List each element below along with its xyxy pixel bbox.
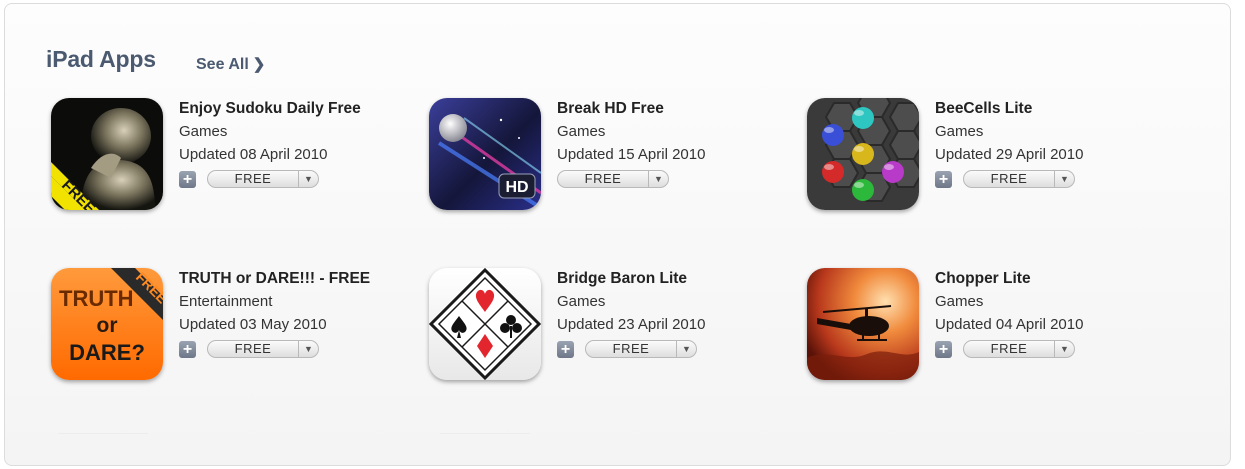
free-button[interactable]: FREE: [963, 340, 1055, 358]
app-category[interactable]: Games: [935, 293, 983, 310]
app-updated-date: Updated 04 April 2010: [935, 316, 1084, 333]
plus-icon[interactable]: +: [935, 171, 952, 188]
plus-icon[interactable]: +: [935, 341, 952, 358]
app-name[interactable]: Break HD Free: [557, 100, 664, 118]
chevron-down-icon[interactable]: ▼: [1054, 170, 1075, 188]
app-icon-sudoku[interactable]: FREE: [51, 98, 163, 210]
app-name[interactable]: TRUTH or DARE!!! - FREE: [179, 270, 370, 288]
app-updated-date: Updated 29 April 2010: [935, 146, 1084, 163]
divider: [440, 433, 530, 434]
hd-badge-text: HD: [505, 179, 528, 196]
app-name[interactable]: Enjoy Sudoku Daily Free: [179, 100, 361, 118]
chevron-down-icon[interactable]: ▼: [648, 170, 669, 188]
section-title: iPad Apps: [46, 46, 156, 72]
app-icon-truth-or-dare[interactable]: FREE TRUTH or DARE?: [51, 268, 163, 380]
free-button[interactable]: FREE: [585, 340, 677, 358]
app-name[interactable]: Bridge Baron Lite: [557, 270, 687, 288]
app-icon-chopper[interactable]: [807, 268, 919, 380]
app-item: Bridge Baron Lite Games Updated 23 April…: [429, 268, 759, 388]
icon-word-truth: TRUTH: [59, 286, 134, 311]
app-item: FREE Enjoy Sudoku Daily Free Games Updat…: [51, 98, 381, 218]
app-category[interactable]: Games: [557, 293, 605, 310]
see-all-label: See All: [196, 56, 249, 73]
app-name[interactable]: BeeCells Lite: [935, 100, 1032, 118]
app-category[interactable]: Games: [557, 123, 605, 140]
plus-icon[interactable]: +: [179, 341, 196, 358]
app-item: HD Break HD Free Games Updated 15 April …: [429, 98, 759, 218]
see-all-link[interactable]: See All ❯: [196, 55, 265, 74]
chevron-down-icon[interactable]: ▼: [298, 170, 319, 188]
divider: [58, 433, 148, 434]
app-category[interactable]: Games: [935, 123, 983, 140]
icon-word-dare: DARE?: [69, 340, 145, 365]
chevron-down-icon[interactable]: ▼: [1054, 340, 1075, 358]
chevron-down-icon[interactable]: ▼: [676, 340, 697, 358]
app-category[interactable]: Entertainment: [179, 293, 272, 310]
app-icon-bridge-baron[interactable]: [429, 268, 541, 380]
free-button[interactable]: FREE: [207, 170, 299, 188]
plus-icon[interactable]: +: [557, 341, 574, 358]
chevron-down-icon[interactable]: ▼: [298, 340, 319, 358]
free-button[interactable]: FREE: [557, 170, 649, 188]
app-updated-date: Updated 08 April 2010: [179, 146, 328, 163]
app-updated-date: Updated 03 May 2010: [179, 316, 327, 333]
free-button[interactable]: FREE: [963, 170, 1055, 188]
app-category[interactable]: Games: [179, 123, 227, 140]
ipad-apps-panel: [4, 3, 1231, 466]
app-icon-break-hd[interactable]: HD: [429, 98, 541, 210]
chevron-right-icon: ❯: [252, 56, 266, 73]
app-item: BeeCells Lite Games Updated 29 April 201…: [807, 98, 1137, 218]
app-updated-date: Updated 23 April 2010: [557, 316, 706, 333]
icon-word-or: or: [97, 314, 118, 337]
app-item: Chopper Lite Games Updated 04 April 2010…: [807, 268, 1137, 388]
plus-icon[interactable]: +: [179, 171, 196, 188]
app-updated-date: Updated 15 April 2010: [557, 146, 706, 163]
app-item: FREE TRUTH or DARE? TRUTH or DARE!!! - F…: [51, 268, 381, 388]
app-icon-beecells[interactable]: [807, 98, 919, 210]
app-name[interactable]: Chopper Lite: [935, 270, 1031, 288]
free-button[interactable]: FREE: [207, 340, 299, 358]
